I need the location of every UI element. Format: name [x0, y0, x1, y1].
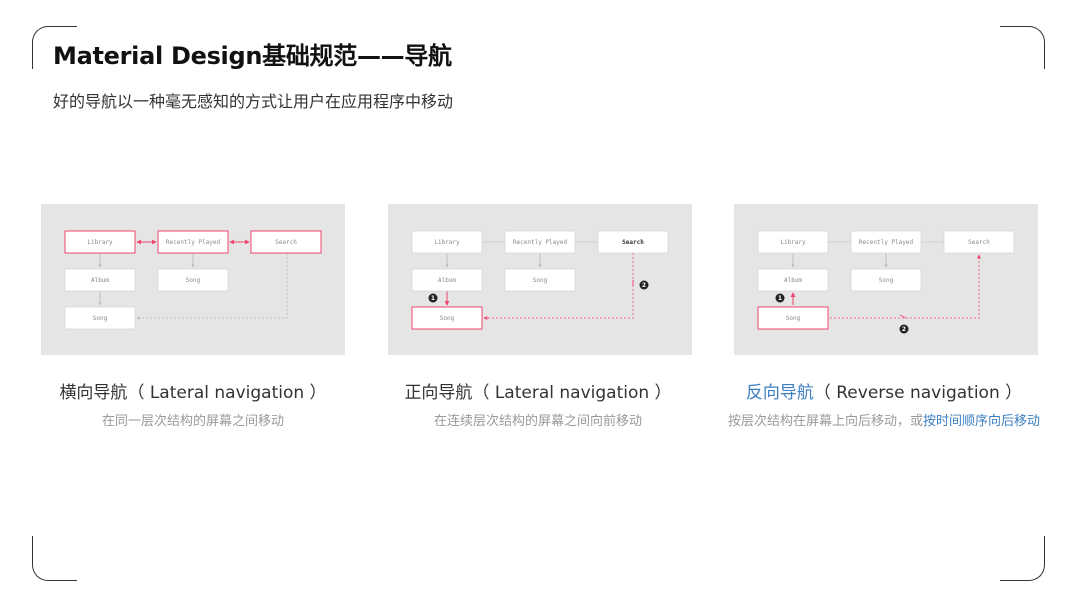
caption-reverse-navigation: 反向导航（ Reverse navigation ） — [704, 378, 1064, 403]
svg-text:Song: Song — [440, 315, 455, 322]
svg-text:Library: Library — [780, 239, 806, 246]
caption-en: （ Lateral navigation ） — [472, 383, 672, 403]
svg-text:Search: Search — [275, 239, 297, 246]
svg-text:Library: Library — [87, 239, 113, 246]
svg-text:2: 2 — [642, 282, 646, 289]
desc-reverse-navigation: 按层次结构在屏幕上向后移动，或按时间顺序向后移动 — [704, 410, 1064, 429]
svg-text:Song: Song — [186, 277, 201, 284]
caption-lateral-navigation: 横向导航（ Lateral navigation ） — [13, 378, 373, 403]
svg-text:Search: Search — [622, 239, 644, 246]
desc-blue: 按时间顺序向后移动 — [923, 414, 1041, 429]
frame-corner-bottom-left — [32, 536, 77, 581]
page-title: Material Design基础规范——导航 — [53, 42, 452, 70]
svg-text:Recently Played: Recently Played — [166, 239, 221, 246]
desc-forward-navigation: 在连续层次结构的屏幕之间向前移动 — [433, 414, 642, 429]
svg-text:Album: Album — [91, 277, 109, 284]
svg-text:Song: Song — [879, 277, 894, 284]
page-subtitle: 好的导航以一种毫无感知的方式让用户在应用程序中移动 — [53, 92, 454, 111]
svg-text:1: 1 — [778, 295, 782, 302]
svg-text:1: 1 — [431, 295, 435, 302]
caption-cn: 横向导航 — [59, 383, 128, 403]
forward-navigation-diagram: Library Recently Played Search Album Son… — [388, 204, 692, 355]
lateral-navigation-diagram: Library Recently Played Search Album Son… — [41, 204, 345, 355]
svg-text:2: 2 — [902, 326, 906, 333]
svg-text:Album: Album — [438, 277, 456, 284]
frame-corner-bottom-right — [1000, 536, 1045, 581]
svg-text:Album: Album — [784, 277, 802, 284]
desc-gray: 按层次结构在屏幕上向后移动，或 — [727, 414, 923, 429]
caption-cn: 反向导航 — [745, 383, 814, 403]
svg-text:Recently Played: Recently Played — [513, 239, 568, 246]
svg-text:Recently Played: Recently Played — [859, 239, 914, 246]
svg-text:Song: Song — [93, 315, 108, 322]
caption-en: （ Lateral navigation ） — [127, 383, 327, 403]
svg-text:Song: Song — [786, 315, 801, 322]
svg-text:Library: Library — [434, 239, 460, 246]
desc-lateral-navigation: 在同一层次结构的屏幕之间移动 — [101, 414, 284, 429]
svg-text:Song: Song — [533, 277, 548, 284]
reverse-navigation-diagram: Library Recently Played Search Album Son… — [734, 204, 1038, 355]
svg-text:Search: Search — [968, 239, 990, 246]
caption-cn: 正向导航 — [404, 383, 473, 403]
frame-corner-top-right — [1000, 26, 1045, 69]
caption-en: （ Reverse navigation ） — [813, 383, 1023, 403]
caption-forward-navigation: 正向导航（ Lateral navigation ） — [358, 378, 718, 403]
